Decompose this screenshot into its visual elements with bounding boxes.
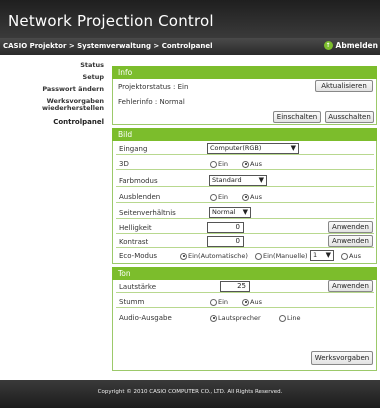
audio-speaker-radio[interactable]: Lautsprecher	[210, 314, 261, 322]
radio-checked-icon	[242, 298, 249, 306]
sidebar-item-factory-reset[interactable]: Werksvorgaben wiederherstellen	[14, 98, 104, 112]
error-info: Fehlerinfo : Normal	[118, 98, 185, 106]
footer: Copyright © 2010 CASIO COMPUTER CO., LTD…	[0, 380, 380, 408]
contrast-apply-button[interactable]: Anwenden	[328, 235, 373, 247]
eco-level-value: 1	[313, 251, 318, 259]
factory-defaults-button[interactable]: Werksvorgaben	[311, 351, 373, 365]
audio-speaker-label: Lautsprecher	[218, 314, 261, 322]
caret-down-icon: ▼	[242, 208, 248, 216]
info-section-header: Info	[112, 66, 377, 79]
blank-off-label: Aus	[250, 193, 262, 201]
sound-section-header: Ton	[112, 267, 377, 280]
color-mode-label: Farbmodus	[119, 177, 158, 185]
caret-down-icon: ▼	[325, 251, 331, 259]
eco-auto-radio[interactable]: Ein(Automatische)	[180, 252, 248, 260]
3d-on-label: Ein	[218, 160, 229, 168]
radio-checked-icon	[180, 252, 187, 260]
audio-line-label: Line	[287, 314, 301, 322]
logout-label: Abmelden	[335, 41, 378, 50]
app-header: Network Projection Control	[0, 0, 380, 38]
eco-off-radio[interactable]: Aus	[341, 252, 361, 260]
radio-icon	[210, 160, 217, 168]
3d-off-label: Aus	[250, 160, 262, 168]
radio-icon	[279, 314, 286, 322]
eco-manual-radio[interactable]: Ein(Manuelle)	[255, 252, 308, 260]
aspect-label: Seitenverhältnis	[119, 209, 176, 217]
input-select-value: Computer(RGB)	[210, 144, 262, 152]
brightness-label: Helligkeit	[119, 224, 152, 232]
contrast-label: Kontrast	[119, 238, 149, 246]
eco-auto-label: Ein(Automatische)	[188, 252, 248, 260]
radio-icon	[341, 252, 348, 260]
blank-on-radio[interactable]: Ein	[210, 193, 228, 201]
blank-off-radio[interactable]: Aus	[242, 193, 262, 201]
audio-line-radio[interactable]: Line	[279, 314, 301, 322]
refresh-button[interactable]: Aktualisieren	[315, 80, 373, 92]
sidebar-item-controlpanel[interactable]: Controlpanel	[53, 119, 104, 126]
power-off-button[interactable]: Ausschalten	[325, 111, 374, 123]
mute-on-radio[interactable]: Ein	[210, 298, 228, 306]
eco-label: Eco-Modus	[119, 252, 158, 260]
3d-off-radio[interactable]: Aus	[242, 160, 262, 168]
radio-checked-icon	[242, 160, 249, 168]
brightness-apply-button[interactable]: Anwenden	[328, 221, 373, 233]
radio-icon	[210, 298, 217, 306]
contrast-input[interactable]: 0	[207, 236, 244, 247]
radio-icon	[210, 193, 217, 201]
breadcrumb: CASIO Projektor > Systemverwaltung > Con…	[3, 42, 213, 50]
blank-on-label: Ein	[218, 193, 229, 201]
copyright: Copyright © 2010 CASIO COMPUTER CO., LTD…	[97, 389, 283, 395]
projector-status: Projektorstatus : Ein	[118, 83, 189, 91]
brightness-input[interactable]: 0	[207, 222, 244, 233]
mute-on-label: Ein	[218, 298, 229, 306]
breadcrumb-bar: CASIO Projektor > Systemverwaltung > Con…	[0, 38, 380, 55]
input-label: Eingang	[119, 145, 148, 153]
aspect-select[interactable]: Normal ▼	[209, 207, 251, 218]
blank-label: Ausblenden	[119, 193, 161, 201]
radio-checked-icon	[242, 193, 249, 201]
sidebar-item-setup[interactable]: Setup	[83, 74, 104, 81]
volume-label: Lautstärke	[119, 283, 157, 291]
audio-output-label: Audio-Ausgabe	[119, 314, 172, 322]
color-mode-value: Standard	[212, 176, 242, 184]
eco-level-select[interactable]: 1 ▼	[310, 250, 334, 261]
mute-label: Stumm	[119, 298, 145, 306]
caret-down-icon: ▼	[290, 144, 296, 152]
eco-off-label: Aus	[349, 252, 361, 260]
arrow-up-icon: ↑	[323, 41, 333, 50]
caret-down-icon: ▼	[258, 176, 264, 184]
3d-on-radio[interactable]: Ein	[210, 160, 228, 168]
volume-input[interactable]: 25	[220, 281, 250, 292]
radio-icon	[255, 252, 262, 260]
eco-manual-label: Ein(Manuelle)	[263, 252, 308, 260]
aspect-value: Normal	[212, 208, 236, 216]
input-select[interactable]: Computer(RGB) ▼	[207, 143, 299, 154]
volume-apply-button[interactable]: Anwenden	[328, 280, 373, 292]
mute-off-radio[interactable]: Aus	[242, 298, 262, 306]
logout-button[interactable]: ↑ Abmelden	[323, 41, 378, 50]
3d-label: 3D	[119, 160, 129, 168]
sidebar-item-status[interactable]: Status	[80, 62, 104, 69]
color-mode-select[interactable]: Standard ▼	[209, 175, 267, 186]
app-title: Network Projection Control	[8, 12, 214, 30]
power-on-button[interactable]: Einschalten	[273, 111, 321, 123]
radio-checked-icon	[210, 314, 217, 322]
mute-off-label: Aus	[250, 298, 262, 306]
image-section-header: Bild	[112, 128, 377, 141]
sidebar-item-password[interactable]: Passwort ändern	[42, 86, 104, 93]
sidebar: Status Setup Passwort ändern Werksvorgab…	[0, 55, 110, 380]
